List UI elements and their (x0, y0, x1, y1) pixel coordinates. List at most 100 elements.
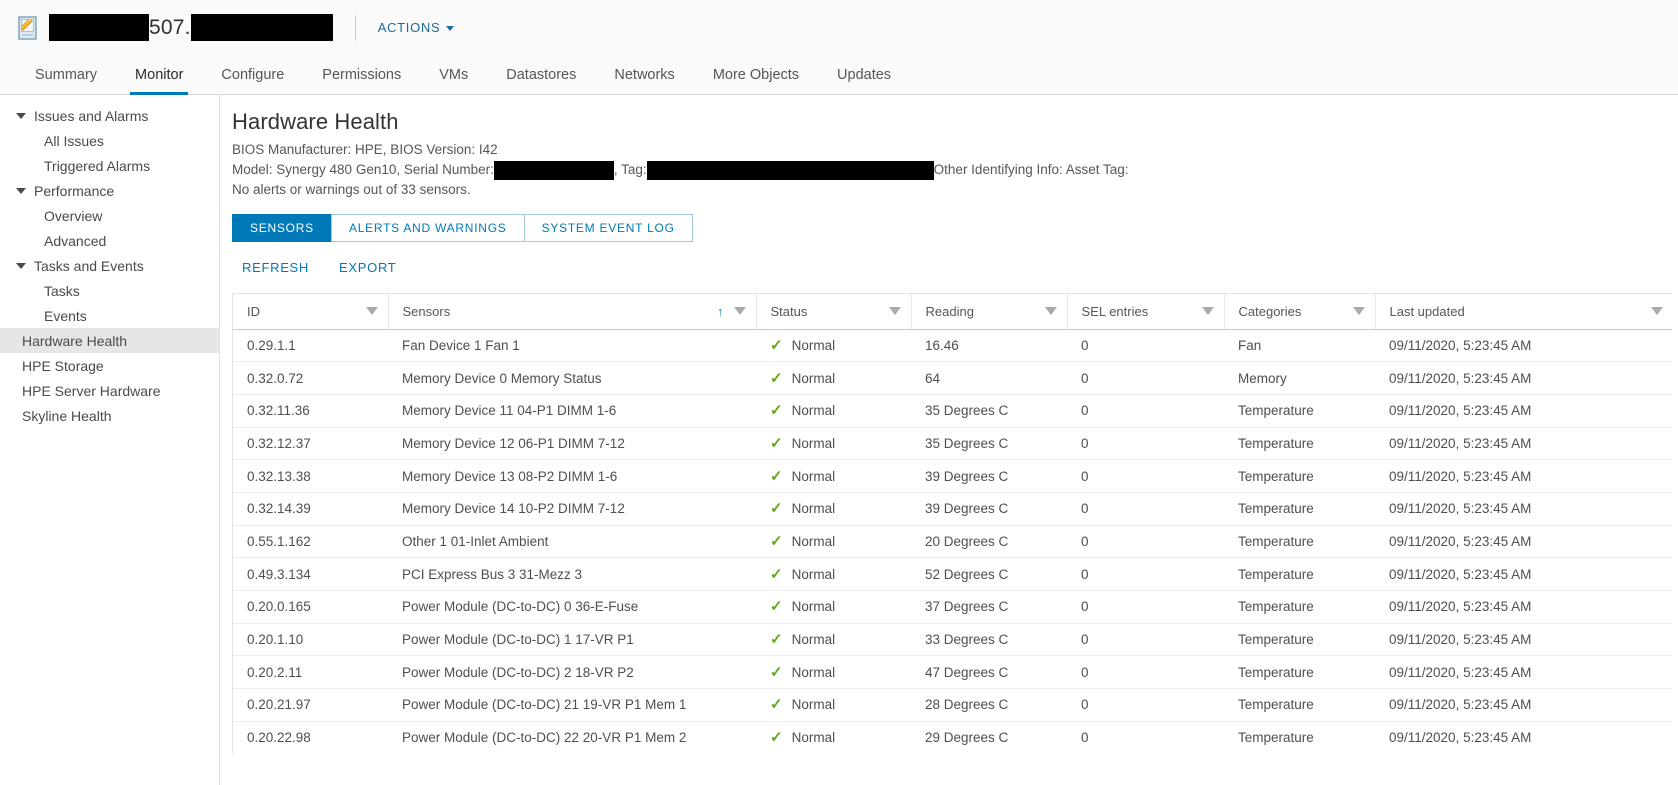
sidebar-item-skyline-health[interactable]: Skyline Health (0, 403, 219, 428)
tab-vms[interactable]: VMs (420, 55, 487, 94)
column-header-sel-entries[interactable]: SEL entries (1067, 294, 1225, 330)
column-label: Last updated (1389, 303, 1465, 319)
sidebar-item-events[interactable]: Events (0, 303, 219, 328)
cell-id: 0.32.12.37 (233, 427, 388, 461)
cell-last-updated: 09/11/2020, 5:23:45 AM (1375, 492, 1672, 526)
status-label: Normal (791, 501, 836, 517)
cell-status: ✓ Normal (756, 394, 911, 428)
tab-summary[interactable]: Summary (16, 55, 116, 94)
subtab-label: SENSORS (250, 221, 314, 235)
status-label: Normal (791, 566, 836, 582)
table-row[interactable]: 0.20.22.98 Power Module (DC-to-DC) 22 20-… (233, 721, 1672, 753)
sidebar-item-issues-and-alarms[interactable]: Issues and Alarms (0, 103, 219, 128)
cell-last-updated: 09/11/2020, 5:23:45 AM (1375, 623, 1672, 657)
check-icon: ✓ (770, 434, 783, 452)
filter-icon[interactable] (1201, 307, 1214, 316)
cell-categories: Temperature (1224, 655, 1375, 690)
table-row[interactable]: 0.32.12.37 Memory Device 12 06-P1 DIMM 7-… (233, 427, 1672, 461)
sidebar-item-hpe-storage[interactable]: HPE Storage (0, 353, 219, 378)
column-header-categories[interactable]: Categories (1224, 294, 1376, 330)
column-header-reading[interactable]: Reading (911, 294, 1068, 330)
check-icon: ✓ (770, 467, 783, 485)
object-title: 507. (49, 14, 333, 41)
sidebar-item-tasks-and-events[interactable]: Tasks and Events (0, 253, 219, 278)
cell-sensors: Memory Device 14 10-P2 DIMM 7-12 (388, 492, 756, 526)
sensors-subtab-group[interactable]: SENSORS ALERTS AND WARNINGS SYSTEM EVENT… (232, 214, 1678, 242)
subtab-system-event-log[interactable]: SYSTEM EVENT LOG (523, 214, 693, 242)
cell-categories: Temperature (1224, 590, 1375, 624)
table-row[interactable]: 0.20.2.11 Power Module (DC-to-DC) 2 18-VR… (233, 655, 1672, 690)
filter-icon[interactable] (1352, 307, 1365, 316)
sidebar-item-overview[interactable]: Overview (0, 203, 219, 228)
table-row[interactable]: 0.20.0.165 Power Module (DC-to-DC) 0 36-E… (233, 590, 1672, 624)
table-row[interactable]: 0.29.1.1 Fan Device 1 Fan 1 ✓ Normal 16.46 0 F… (233, 329, 1672, 363)
tab-datastores[interactable]: Datastores (487, 55, 595, 94)
column-header-last-updated[interactable]: Last updated (1375, 294, 1672, 330)
cell-categories: Temperature (1224, 394, 1375, 428)
cell-sensors: Power Module (DC-to-DC) 22 20-VR P1 Mem … (388, 721, 756, 753)
column-header-id[interactable]: ID (233, 294, 389, 330)
cell-sensors: Power Module (DC-to-DC) 0 36-E-Fuse (388, 590, 756, 624)
column-header-sensors[interactable]: Sensors ↑ (388, 294, 757, 330)
cell-categories: Temperature (1224, 525, 1375, 559)
table-row[interactable]: 0.55.1.162 Other 1 01-Inlet Ambient ✓ Norma… (233, 525, 1672, 559)
actions-menu-button[interactable]: ACTIONS (378, 20, 455, 35)
page-title: Hardware Health (232, 109, 399, 134)
sidebar-item-performance[interactable]: Performance (0, 178, 219, 203)
subtab-alerts-and-warnings[interactable]: ALERTS AND WARNINGS (330, 214, 524, 242)
sidebar-item-all-issues[interactable]: All Issues (0, 128, 219, 153)
filter-icon[interactable] (733, 307, 746, 316)
table-row[interactable]: 0.32.0.72 Memory Device 0 Memory Status ✓ N… (233, 361, 1672, 395)
filter-icon[interactable] (1651, 307, 1663, 316)
cell-sel-entries: 0 (1067, 361, 1224, 395)
cell-id: 0.29.1.1 (233, 329, 388, 363)
tab-updates[interactable]: Updates (818, 55, 910, 94)
cell-status: ✓ Normal (756, 459, 911, 493)
tab-networks[interactable]: Networks (595, 55, 693, 94)
primary-tab-bar[interactable]: Summary Monitor Configure Permissions VM… (0, 55, 1678, 95)
sensors-table-container[interactable]: ID Sensors ↑ Status Reading SEL entries … (232, 293, 1672, 753)
status-label: Normal (791, 403, 836, 419)
sidebar-item-triggered-alarms[interactable]: Triggered Alarms (0, 153, 219, 178)
tab-permissions[interactable]: Permissions (303, 55, 420, 94)
sort-ascending-icon[interactable]: ↑ (717, 305, 724, 318)
sidebar-item-label: HPE Storage (22, 357, 104, 374)
filter-icon[interactable] (888, 307, 901, 316)
tab-monitor[interactable]: Monitor (116, 55, 202, 95)
cell-id: 0.32.0.72 (233, 361, 388, 395)
sidebar-item-label: HPE Server Hardware (22, 382, 161, 399)
column-label: SEL entries (1081, 303, 1149, 319)
refresh-button[interactable]: REFRESH (242, 260, 309, 275)
table-row[interactable]: 0.32.14.39 Memory Device 14 10-P2 DIMM 7-… (233, 492, 1672, 526)
status-label: Normal (791, 468, 836, 484)
cell-sensors: PCI Express Bus 3 31-Mezz 3 (388, 557, 756, 591)
subtab-sensors[interactable]: SENSORS (232, 214, 331, 242)
sidebar-item-hardware-health[interactable]: Hardware Health (0, 328, 219, 353)
alerts-summary-line: No alerts or warnings out of 33 sensors. (232, 180, 1678, 200)
table-row[interactable]: 0.49.3.134 PCI Express Bus 3 31-Mezz 3 ✓ No… (233, 557, 1672, 591)
tab-configure[interactable]: Configure (202, 55, 303, 94)
sidebar-item-advanced[interactable]: Advanced (0, 228, 219, 253)
cell-sel-entries: 0 (1067, 427, 1224, 461)
table-row[interactable]: 0.32.13.38 Memory Device 13 08-P2 DIMM 1-… (233, 459, 1672, 493)
caret-down-icon (16, 187, 26, 194)
subtab-label: SYSTEM EVENT LOG (541, 221, 675, 235)
alerts-summary-text: No alerts or warnings out of 33 sensors. (232, 182, 471, 197)
cell-status: ✓ Normal (756, 492, 911, 526)
export-button[interactable]: EXPORT (339, 260, 396, 275)
table-row[interactable]: 0.20.21.97 Power Module (DC-to-DC) 21 19-… (233, 688, 1672, 722)
filter-icon[interactable] (365, 307, 378, 316)
cell-sel-entries: 0 (1067, 721, 1224, 753)
sidebar-item-tasks[interactable]: Tasks (0, 278, 219, 303)
sidebar-item-hpe-server-hardware[interactable]: HPE Server Hardware (0, 378, 219, 403)
sidebar-item-label: Events (44, 307, 87, 324)
tab-more-objects[interactable]: More Objects (694, 55, 818, 94)
cell-status: ✓ Normal (756, 557, 911, 591)
cell-categories: Temperature (1224, 557, 1375, 591)
column-header-status[interactable]: Status (756, 294, 912, 330)
table-row[interactable]: 0.32.11.36 Memory Device 11 04-P1 DIMM 1-… (233, 394, 1672, 428)
filter-icon[interactable] (1044, 307, 1057, 316)
cell-sensors: Memory Device 11 04-P1 DIMM 1-6 (388, 394, 756, 428)
table-row[interactable]: 0.20.1.10 Power Module (DC-to-DC) 1 17-VR… (233, 623, 1672, 657)
sidebar-item-label: Triggered Alarms (44, 157, 151, 174)
